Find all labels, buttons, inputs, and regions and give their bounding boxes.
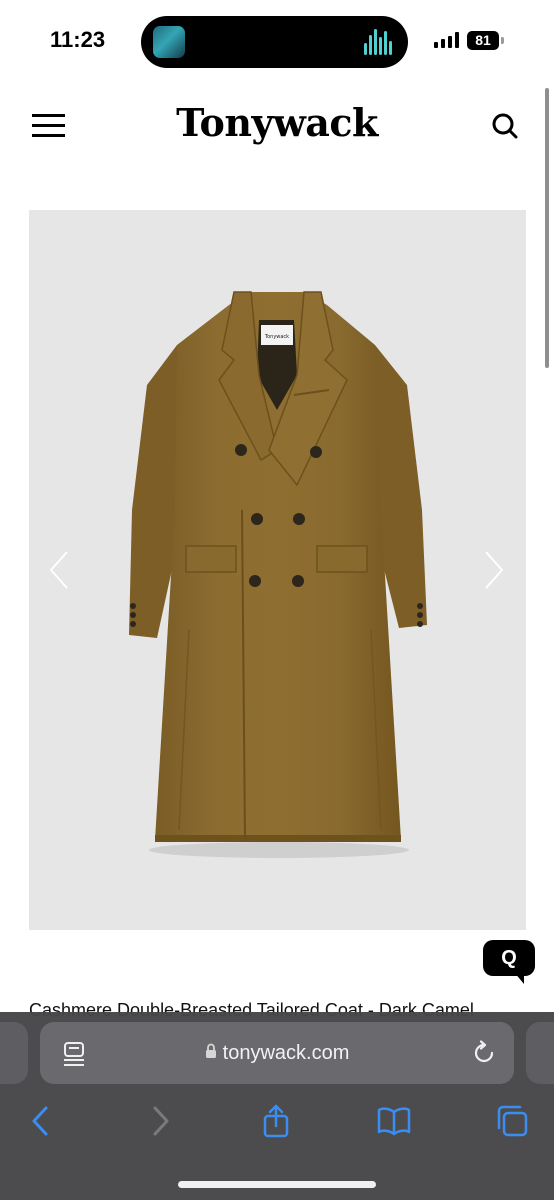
reload-icon[interactable] [471,1040,497,1066]
status-time: 11:23 [50,27,106,52]
address-bar[interactable]: tonywack.com [40,1022,514,1084]
tabs-icon[interactable] [495,1104,529,1138]
back-chevron-icon[interactable] [24,1104,58,1138]
forward-chevron-icon[interactable] [143,1104,177,1138]
screen: 11:23 81 Tonywack Tonywack Q Cashmere Do… [0,0,554,1200]
coat-label-text: Tonywack [264,334,289,340]
scroll-indicator[interactable] [545,88,549,368]
product-image[interactable]: Tonywack [29,210,526,930]
dynamic-island[interactable] [141,16,408,68]
chevron-left-icon[interactable] [47,548,71,592]
share-icon[interactable] [259,1104,293,1138]
battery-cap [501,37,504,44]
url-text: tonywack.com [222,1042,350,1064]
chevron-right-icon[interactable] [482,548,506,592]
audio-waveform-icon [364,29,394,55]
lock-icon [205,1043,216,1058]
chat-button[interactable]: Q [483,940,535,976]
previous-tab-preview[interactable] [0,1022,28,1084]
browser-toolbar: tonywack.com [0,1012,554,1200]
coat-illustration: Tonywack [129,291,427,858]
battery-icon: 81 [467,31,499,50]
status-bar: 11:23 81 [0,0,554,84]
search-icon[interactable] [491,112,519,140]
chat-bubble-tail [514,972,524,984]
brand-logo[interactable]: Tonywack [0,100,554,145]
site-header: Tonywack [0,90,554,162]
cellular-signal-icon [434,32,460,48]
next-tab-preview[interactable] [526,1022,554,1084]
now-playing-artwork-icon [153,26,185,58]
url-display[interactable]: tonywack.com [40,1022,514,1084]
bookmarks-icon[interactable] [377,1104,411,1138]
home-indicator[interactable] [178,1181,376,1188]
